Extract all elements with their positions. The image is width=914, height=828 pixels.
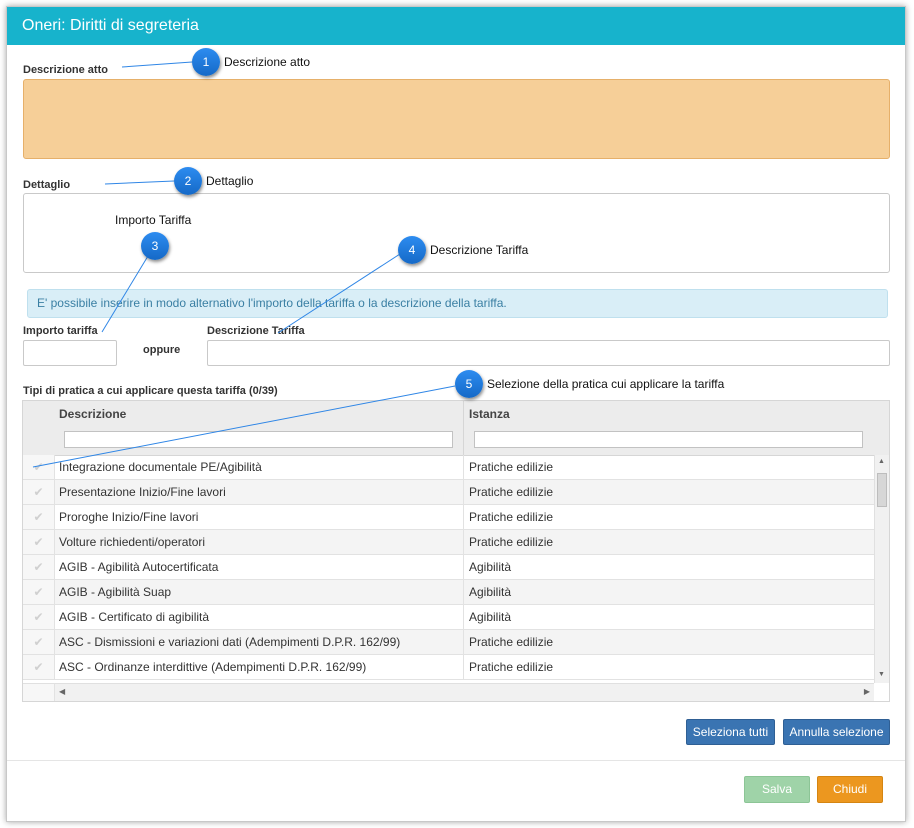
- callout-line-4: [277, 253, 401, 334]
- callout-text-4: Descrizione Tariffa: [430, 243, 529, 257]
- callout-line-1: [121, 61, 193, 68]
- callout-badge-3: 3: [141, 232, 169, 260]
- callout-text-1: Descrizione atto: [224, 55, 311, 69]
- callout-line-3: [101, 255, 149, 333]
- callout-badge-5: 5: [455, 370, 483, 398]
- callout-text-3: Importo Tariffa: [115, 213, 192, 227]
- callout-text-2: Dettaglio: [206, 174, 254, 188]
- callout-badge-4: 4: [398, 236, 426, 264]
- callout-text-5: Selezione della pratica cui applicare la…: [487, 377, 725, 391]
- callout-badge-2: 2: [174, 167, 202, 195]
- callout-badge-1: 1: [192, 48, 220, 76]
- callout-lines: [32, 61, 456, 468]
- callout-line-2: [104, 180, 175, 185]
- callout-line-5: [32, 385, 456, 468]
